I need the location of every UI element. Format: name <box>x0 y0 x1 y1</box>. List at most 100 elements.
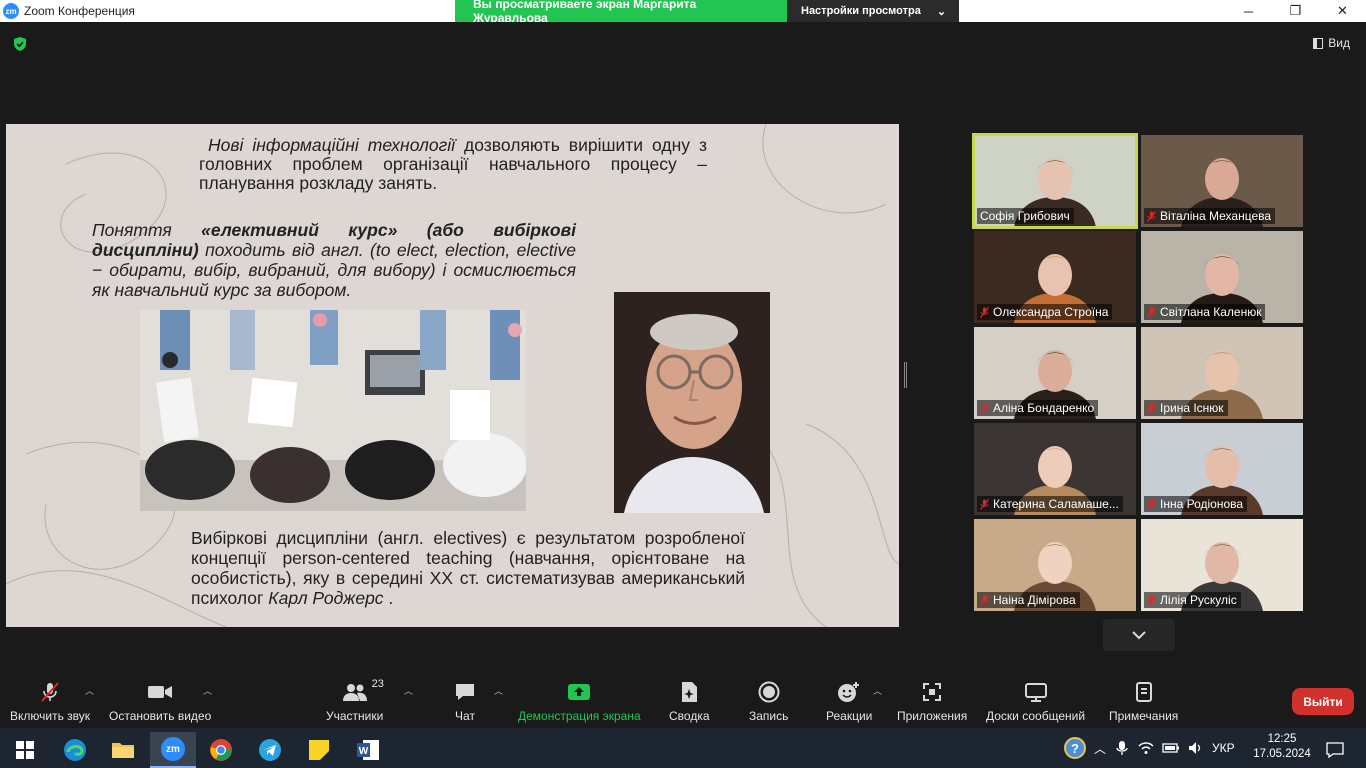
view-settings-dropdown[interactable]: Настройки просмотра ⌄ <box>787 0 959 22</box>
shared-screen: Нові інформаційні технології дозволяють … <box>6 124 899 627</box>
participant-tile[interactable]: Катерина Саламаше... <box>974 423 1136 515</box>
meeting-area: Вид Нові інформаційні технології дозволя… <box>0 22 1366 674</box>
taskbar-edge-browser[interactable] <box>52 732 98 768</box>
whiteboards-button[interactable]: Доски сообщений <box>986 680 1085 723</box>
participant-tile[interactable]: Лілія Рускуліс <box>1141 519 1303 611</box>
participant-tile[interactable]: Світлана Каленюк <box>1141 231 1303 323</box>
wifi-icon[interactable] <box>1138 741 1154 755</box>
participant-name: Софія Грибович <box>980 209 1070 223</box>
battery-icon[interactable] <box>1162 742 1180 754</box>
system-tray: ? ︿ УКР <box>1064 728 1235 768</box>
reactions-button[interactable]: Реакции <box>826 680 872 723</box>
reactions-caret-icon[interactable]: ︿ <box>873 684 882 697</box>
chrome-browser-icon <box>210 739 232 761</box>
slide-para3-end: . <box>383 588 394 608</box>
unmute-button[interactable]: Включить звук <box>10 680 90 723</box>
participant-name-label: Світлана Каленюк <box>1144 304 1266 320</box>
windows-start-button[interactable] <box>2 732 48 768</box>
notification-center-button[interactable] <box>1312 732 1358 768</box>
windows-logo-icon <box>16 741 34 759</box>
participants-button[interactable]: 23 Участники <box>326 678 384 723</box>
help-icon[interactable]: ? <box>1064 737 1086 759</box>
edge-browser-icon <box>64 739 86 761</box>
share-screen-icon <box>567 680 591 704</box>
whiteboards-label: Доски сообщений <box>986 709 1086 723</box>
apps-button[interactable]: Приложения <box>897 680 967 723</box>
participant-tile[interactable]: Ірина Існюк <box>1141 327 1303 419</box>
participant-tile[interactable]: Софія Грибович <box>972 133 1138 229</box>
chevron-down-icon <box>1132 630 1146 639</box>
participant-name: Лілія Рускуліс <box>1160 593 1237 607</box>
record-label: Запись <box>749 709 789 723</box>
apps-icon <box>921 680 943 704</box>
audio-options-caret-icon[interactable]: ︿ <box>85 684 94 697</box>
taskbar-zoom[interactable]: zm <box>150 732 196 768</box>
participant-name-label: Ірина Існюк <box>1144 400 1228 416</box>
zoom-app-icon: zm <box>161 737 185 761</box>
summary-button[interactable]: Сводка <box>669 680 710 723</box>
microphone-muted-icon <box>38 680 62 704</box>
participant-name: Віталіна Механцева <box>1160 209 1272 223</box>
participant-name: Інна Родіонова <box>1160 497 1244 511</box>
microphone-muted-icon <box>1147 402 1156 414</box>
microphone-icon[interactable] <box>1116 740 1128 756</box>
record-button[interactable]: Запись <box>749 680 788 723</box>
notes-button[interactable]: Примечания <box>1109 680 1178 723</box>
gallery-next-page-button[interactable] <box>1103 619 1175 651</box>
chevron-down-icon: ⌄ <box>936 5 947 18</box>
telegram-icon <box>259 739 281 761</box>
participant-name: Наіна Дімірова <box>993 593 1076 607</box>
participant-tile[interactable]: Аліна Бондаренко <box>974 327 1136 419</box>
video-options-caret-icon[interactable]: ︿ <box>203 684 212 697</box>
chat-caret-icon[interactable]: ︿ <box>494 684 503 697</box>
share-banner: Вы просматриваете экран Маргарита Журавл… <box>455 0 959 25</box>
zoom-logo-icon: zm <box>3 3 19 19</box>
speaker-icon[interactable] <box>1188 741 1204 755</box>
apps-label: Приложения <box>897 709 968 723</box>
window-title: Zoom Конференция <box>24 4 135 18</box>
view-grid-icon <box>1313 37 1324 49</box>
resize-splitter-handle[interactable] <box>904 362 907 388</box>
chevron-up-icon[interactable]: ︿ <box>1094 740 1106 757</box>
view-button[interactable]: Вид <box>1313 36 1350 50</box>
microphone-muted-icon <box>980 402 989 414</box>
participant-tile[interactable]: Наіна Дімірова <box>974 519 1136 611</box>
chat-button[interactable]: Чат <box>454 680 476 723</box>
view-settings-label: Настройки просмотра <box>801 5 921 17</box>
participant-name-label: Софія Грибович <box>977 208 1074 224</box>
carl-rogers-portrait <box>614 292 770 513</box>
reactions-label: Реакции <box>826 709 873 723</box>
minimize-button[interactable]: ─ <box>1225 0 1272 22</box>
slide-paragraph-3: Вибіркові дисципліни (англ. electives) є… <box>191 528 745 608</box>
taskbar-telegram[interactable] <box>247 732 293 768</box>
stop-video-button[interactable]: Остановить видео <box>109 680 211 723</box>
participant-tile[interactable]: Інна Родіонова <box>1141 423 1303 515</box>
share-screen-label: Демонстрация экрана <box>518 709 641 723</box>
notes-label: Примечания <box>1109 709 1179 723</box>
shield-icon[interactable] <box>12 36 28 52</box>
notes-icon <box>1134 680 1154 704</box>
participant-name: Аліна Бондаренко <box>993 401 1095 415</box>
share-screen-button[interactable]: Демонстрация экрана <box>518 680 641 723</box>
participant-tile[interactable]: Олександра Строїна <box>974 231 1136 323</box>
microphone-muted-icon <box>1147 594 1156 606</box>
taskbar-word[interactable]: W <box>345 732 391 768</box>
participants-caret-icon[interactable]: ︿ <box>404 684 413 697</box>
taskbar-file-explorer[interactable] <box>100 732 146 768</box>
taskbar-chrome[interactable] <box>198 732 244 768</box>
meeting-toolbar: Включить звук ︿ Остановить видео ︿ 23 Уч… <box>0 674 1366 728</box>
taskbar-sticky-notes[interactable] <box>296 732 342 768</box>
summary-label: Сводка <box>669 709 710 723</box>
keyboard-language[interactable]: УКР <box>1212 741 1235 755</box>
maximize-button[interactable]: ❐ <box>1272 0 1319 22</box>
slide-paragraph-2: Поняття «елективний курс» (або вибіркові… <box>92 220 576 300</box>
taskbar-date: 17.05.2024 <box>1253 748 1311 760</box>
participant-tile[interactable]: Віталіна Механцева <box>1141 135 1303 227</box>
sticky-notes-icon <box>309 740 329 760</box>
close-button[interactable]: ✕ <box>1319 0 1366 22</box>
participants-count-badge: 23 <box>371 678 384 690</box>
taskbar-clock[interactable]: 12:25 17.05.2024 <box>1252 732 1312 762</box>
slide-para2-lead: Поняття <box>92 220 202 240</box>
view-label: Вид <box>1328 36 1350 50</box>
leave-button[interactable]: Выйти <box>1292 688 1354 715</box>
